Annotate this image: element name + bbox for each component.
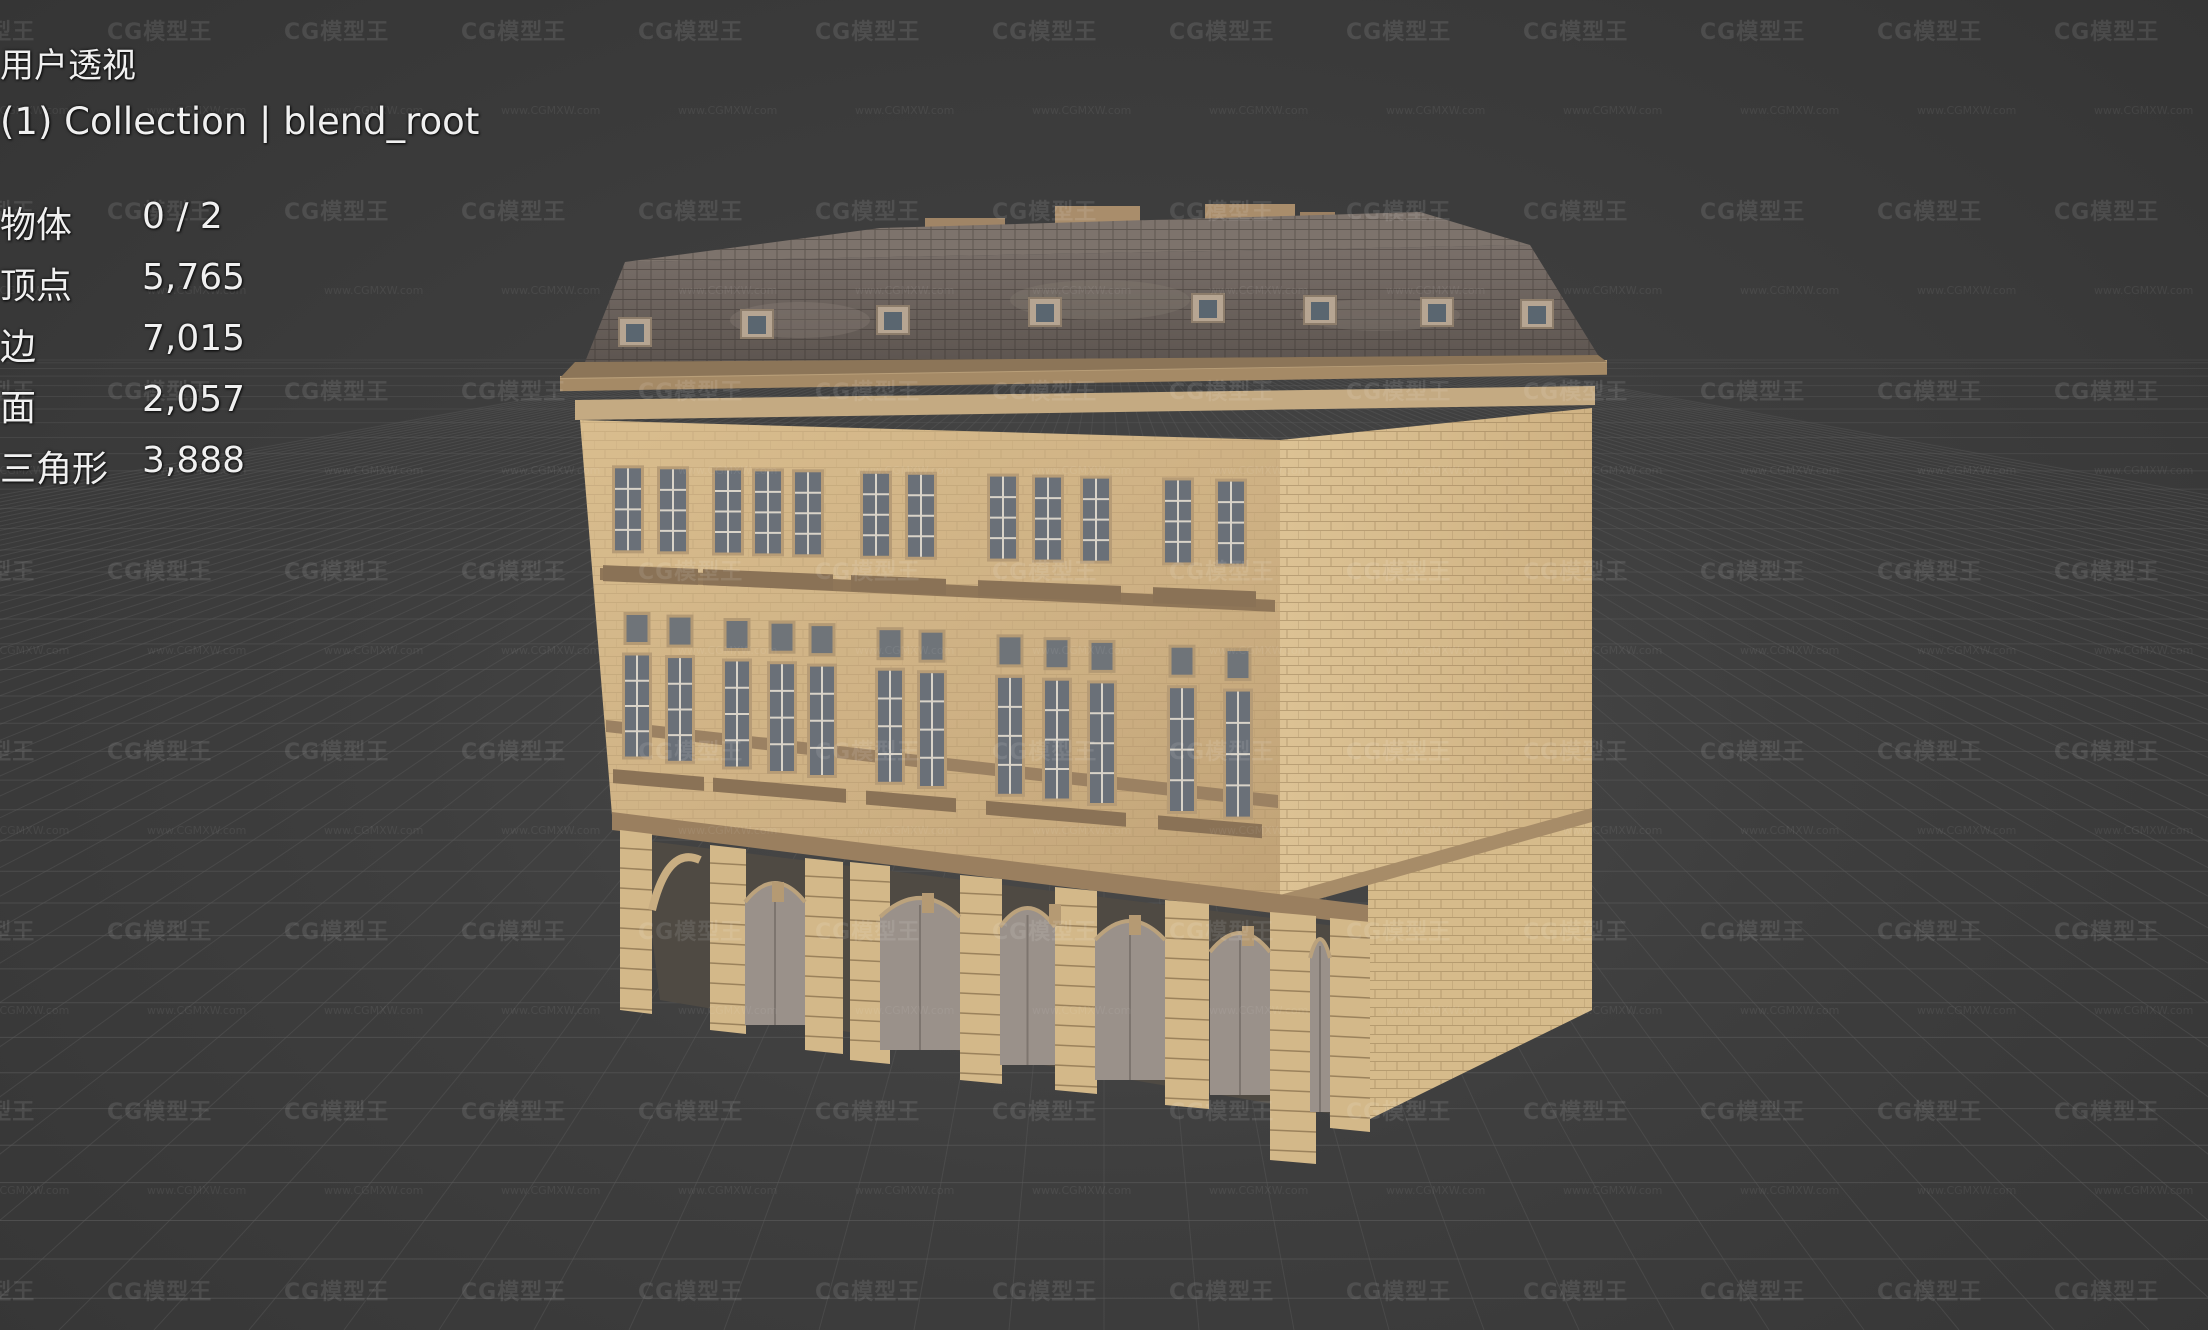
transom-window: [1224, 648, 1252, 682]
stat-value: 5,765: [142, 257, 246, 298]
stat-label: 物体: [0, 205, 73, 246]
view-name: 用户透视: [0, 46, 136, 86]
dormer-glass: [884, 312, 902, 330]
stat-value: 2,057: [142, 379, 246, 420]
transom-window: [666, 614, 694, 648]
arcade-pier: [1330, 918, 1370, 1132]
keystone: [922, 893, 934, 913]
transom-window: [808, 623, 836, 657]
transom-window: [623, 612, 651, 645]
dormer-glass: [748, 316, 766, 334]
transom-window: [1168, 644, 1196, 678]
keystone: [1049, 904, 1061, 924]
stat-value: 7,015: [142, 318, 246, 359]
stat-value: 0 / 2: [142, 196, 223, 237]
transom-window: [876, 627, 904, 661]
keystone: [1242, 926, 1254, 946]
stat-label: 顶点: [0, 266, 73, 307]
keystone: [772, 882, 784, 902]
dormer-glass: [1428, 304, 1446, 322]
transom-window: [768, 620, 796, 654]
3d-viewport[interactable]: CG模型王www.CGMXW.comCG模型王www.CGMXW.comCG模型…: [0, 0, 2208, 1330]
stat-label: 面: [0, 388, 37, 429]
arcade-pier: [620, 830, 652, 1014]
stat-row-faces: 面 2,057: [0, 379, 300, 429]
transom-window: [996, 634, 1024, 668]
keystone: [1129, 915, 1141, 935]
transom-window: [918, 629, 946, 663]
transom-window: [1043, 637, 1071, 671]
dormer-glass: [1311, 302, 1329, 320]
cornice: [560, 355, 1607, 420]
stat-row-vertices: 顶点 5,765: [0, 257, 300, 307]
stat-row-edges: 边 7,015: [0, 318, 300, 368]
transom-window: [1088, 639, 1116, 673]
stat-row-objects: 物体 0 / 2: [0, 196, 300, 246]
arcade-pier: [1055, 887, 1097, 1094]
transom-window: [723, 618, 751, 651]
arcade-pier: [710, 845, 746, 1034]
stat-value: 3,888: [142, 440, 246, 481]
dormer-glass: [1528, 306, 1546, 324]
dormer-glass: [1199, 300, 1217, 318]
collection-label: (1) Collection | blend_root: [0, 100, 480, 143]
dormer-glass: [1036, 304, 1054, 322]
stat-label: 三角形: [0, 449, 109, 490]
stat-row-triangles: 三角形 3,888: [0, 440, 300, 490]
stat-label: 边: [0, 327, 37, 368]
dormer-glass: [626, 324, 644, 342]
roof: [585, 212, 1598, 362]
building-model[interactable]: [0, 0, 2208, 1330]
